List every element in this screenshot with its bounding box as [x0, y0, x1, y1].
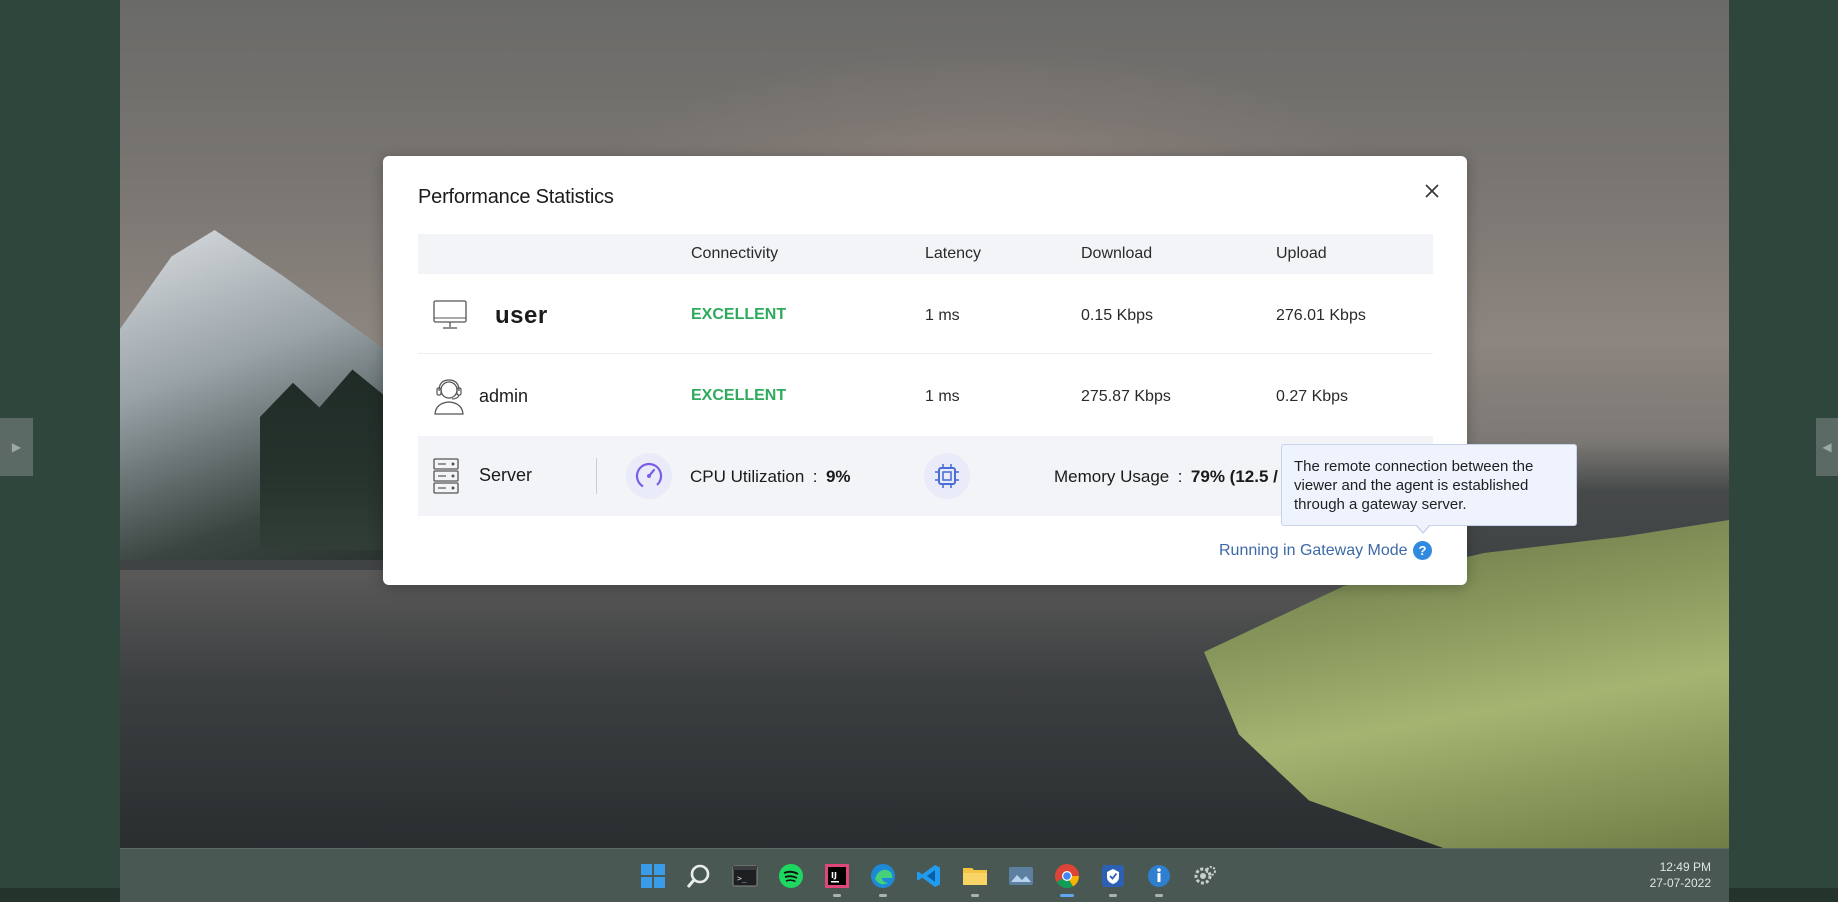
speedometer-icon [626, 453, 672, 499]
column-download: Download [1081, 245, 1153, 262]
running-indicator [1060, 894, 1074, 897]
spotify-icon[interactable] [773, 858, 809, 894]
column-connectivity: Connectivity [691, 245, 779, 262]
connectivity-status: EXCELLENT [691, 387, 787, 404]
chrome-icon[interactable] [1049, 858, 1085, 897]
photos-icon[interactable] [1003, 858, 1039, 894]
taskbar-icons: >_ IJ [635, 858, 1223, 897]
latency-value: 1 ms [925, 307, 960, 324]
upload-value: 0.27 Kbps [1276, 388, 1349, 405]
running-indicator [833, 894, 841, 897]
upload-value: 276.01 Kbps [1276, 307, 1366, 324]
left-expand-tab[interactable]: ▶ [0, 418, 33, 476]
monitor-icon [432, 299, 468, 336]
memory-chip-icon [924, 453, 970, 499]
server-icon [432, 457, 460, 500]
gateway-tooltip: The remote connection between the viewer… [1281, 444, 1577, 526]
connectivity-status: EXCELLENT [691, 306, 787, 323]
latency-value: 1 ms [925, 388, 960, 405]
running-indicator [879, 894, 887, 897]
remote-access-icon[interactable] [1095, 858, 1131, 897]
memory-usage: Memory Usage : 79% (12.5 / 1 [1054, 467, 1292, 487]
tooltip-arrow-fill [1416, 524, 1430, 532]
vscode-icon[interactable] [911, 858, 947, 894]
terminal-icon[interactable]: >_ [727, 858, 763, 894]
column-latency: Latency [925, 245, 982, 262]
running-indicator [1155, 894, 1163, 897]
column-divider [596, 458, 597, 494]
cpu-separator: : [812, 467, 818, 486]
memory-value: 79% (12.5 / 1 [1190, 467, 1293, 486]
windows-start-icon[interactable] [635, 858, 671, 894]
table-row-admin: admin EXCELLENT 1 ms 275.87 Kbps 0.27 Kb… [418, 355, 1433, 435]
system-clock[interactable]: 12:49 PM 27-07-2022 [1650, 859, 1711, 891]
close-button[interactable] [1421, 180, 1443, 202]
clock-date: 27-07-2022 [1649, 876, 1711, 890]
stats-table-header: Connectivity Latency Download Upload [418, 234, 1433, 274]
running-indicator [1109, 894, 1117, 897]
table-row-user: user EXCELLENT 1 ms 0.15 Kbps 276.01 Kbp… [418, 274, 1433, 354]
download-value: 275.87 Kbps [1081, 388, 1171, 405]
close-icon [1425, 184, 1439, 198]
svg-text:>_: >_ [737, 874, 747, 883]
support-agent-icon [432, 377, 466, 420]
download-value: 0.15 Kbps [1081, 307, 1154, 324]
memory-separator: : [1177, 467, 1183, 486]
right-expand-tab[interactable]: ◀ [1816, 418, 1838, 476]
search-icon[interactable] [681, 858, 717, 894]
cpu-value: 9% [825, 467, 851, 486]
clock-time: 12:49 PM [1659, 860, 1711, 874]
info-app-icon[interactable] [1141, 858, 1177, 897]
row-name: user [495, 302, 548, 329]
running-indicator [971, 894, 979, 897]
settings-app-icon[interactable] [1187, 858, 1223, 894]
row-name: Server [479, 465, 533, 485]
edge-icon[interactable] [865, 858, 901, 897]
column-upload: Upload [1276, 245, 1327, 262]
intellij-icon[interactable]: IJ [819, 858, 855, 897]
svg-text:IJ: IJ [831, 871, 837, 880]
file-explorer-icon[interactable] [957, 858, 993, 897]
dialog-title: Performance Statistics [418, 186, 614, 208]
taskbar: >_ IJ 12:49 PM 27-07-2022 [120, 848, 1729, 902]
help-icon[interactable]: ? [1413, 541, 1432, 560]
cpu-label: CPU Utilization [690, 467, 805, 486]
memory-label: Memory Usage [1054, 467, 1170, 486]
cpu-utilization: CPU Utilization : 9% [690, 467, 851, 487]
row-name: admin [479, 386, 529, 406]
gateway-mode-label: Running in Gateway Mode [1219, 542, 1408, 559]
